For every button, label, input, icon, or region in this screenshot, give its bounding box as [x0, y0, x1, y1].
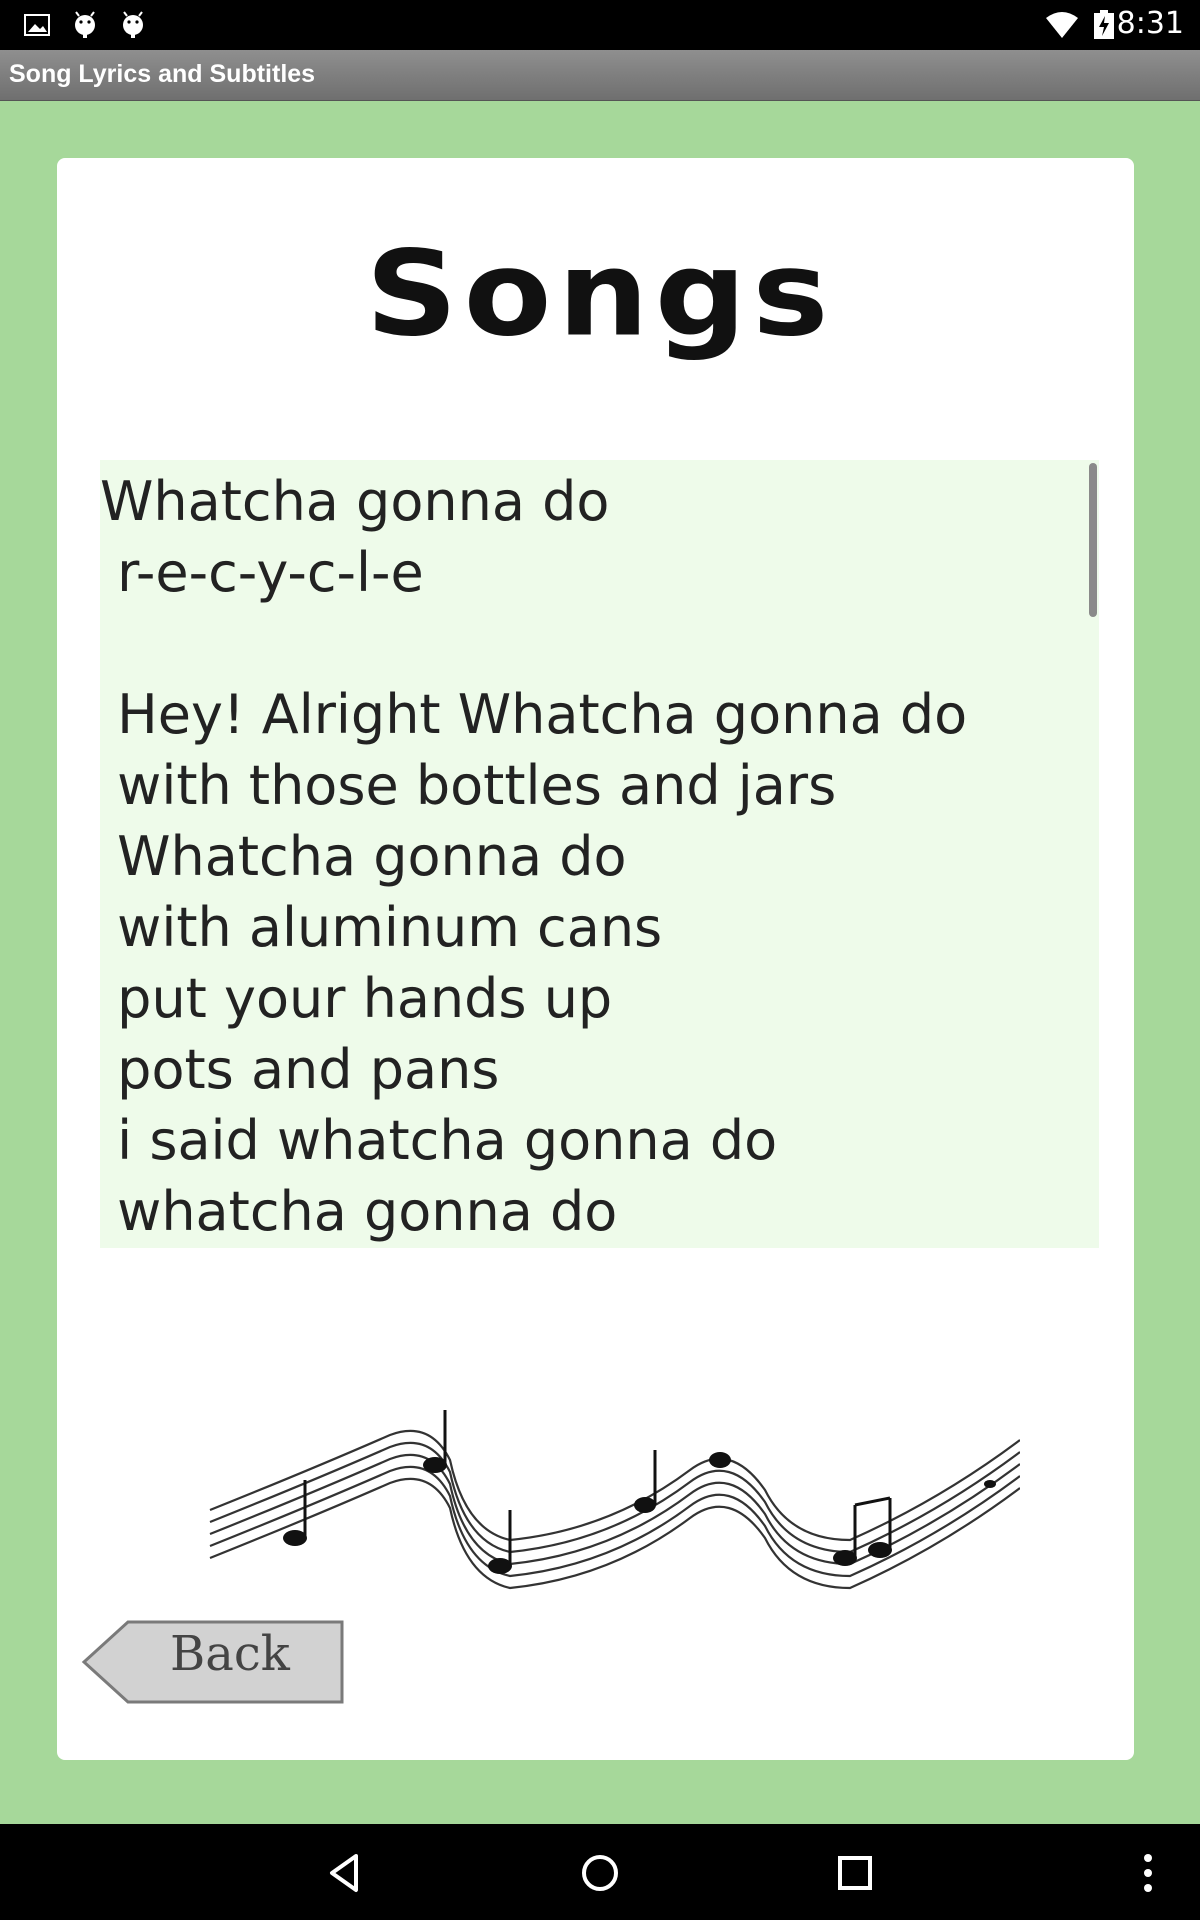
android-notification-icon	[75, 11, 95, 38]
lyrics-scrollbar[interactable]	[1089, 463, 1097, 617]
lyric-line: whatcha gonna do	[100, 1180, 618, 1243]
music-staff-icon	[209, 1410, 1020, 1590]
navigation-bar	[0, 1824, 1200, 1920]
lyric-line: with those bottles and jars	[100, 754, 837, 817]
overflow-menu-icon[interactable]	[1123, 1848, 1173, 1898]
recent-apps-nav-icon[interactable]	[830, 1848, 880, 1898]
lyric-line: Whatcha gonna do	[100, 825, 627, 888]
status-bar: 8:31	[0, 0, 1200, 50]
lyrics-scroll-area[interactable]: Whatcha gonna do r-e-c-y-c-l-e Hey! Alri…	[100, 460, 1099, 1248]
lyric-line: pots and pans	[100, 1038, 500, 1101]
android-notification-icon	[123, 11, 143, 38]
status-time: 8:31	[1116, 6, 1184, 41]
page-title: Songs	[365, 225, 835, 364]
back-button[interactable]: Back	[80, 1618, 346, 1706]
home-nav-icon[interactable]	[575, 1848, 625, 1898]
gallery-notification-icon	[24, 14, 50, 36]
lyric-line: r-e-c-y-c-l-e	[100, 541, 424, 604]
wifi-icon	[1046, 12, 1078, 38]
lyric-line: with aluminum cans	[100, 896, 663, 959]
lyric-line: Whatcha gonna do	[100, 470, 610, 533]
app-title: Song Lyrics and Subtitles	[9, 60, 316, 88]
back-button-label: Back	[170, 1626, 290, 1682]
action-bar: Song Lyrics and Subtitles	[0, 50, 1200, 101]
back-nav-icon[interactable]	[320, 1848, 370, 1898]
lyric-line: i said whatcha gonna do	[100, 1109, 778, 1172]
battery-charging-icon	[1094, 10, 1114, 39]
lyric-line: put your hands up	[100, 967, 613, 1030]
lyric-line: Hey! Alright Whatcha gonna do	[100, 683, 968, 746]
